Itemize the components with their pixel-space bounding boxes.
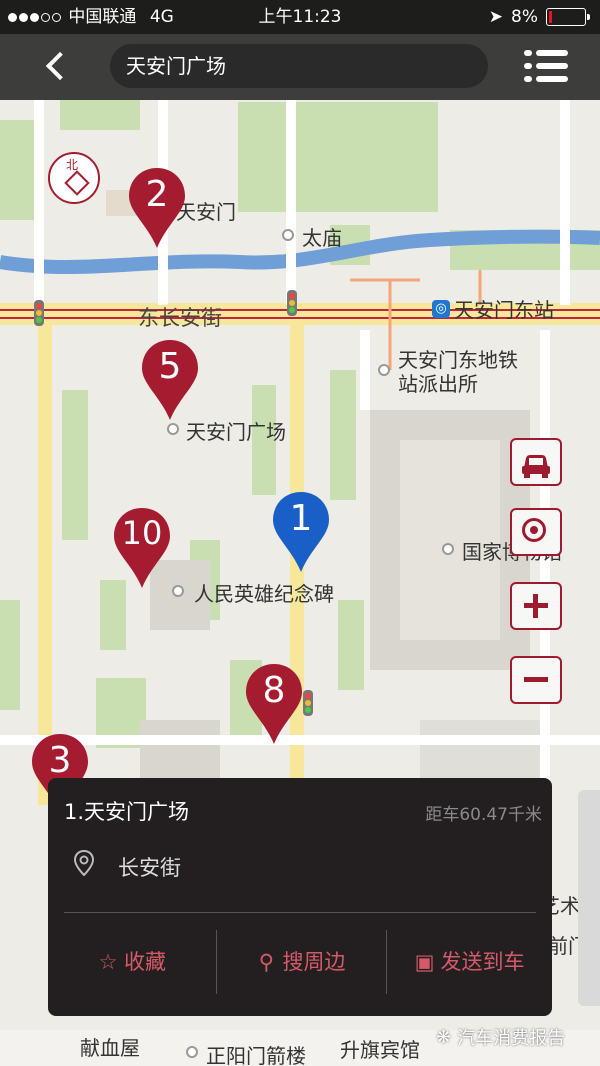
map-label-zhengyangmen: 正阳门箭楼 — [206, 1044, 306, 1066]
search-input[interactable]: 天安门广场 — [110, 44, 488, 88]
map-label-square: 天安门广场 — [186, 420, 286, 444]
pin-number: 1 — [289, 498, 313, 539]
minus-icon — [524, 677, 548, 682]
pin-number: 2 — [145, 174, 169, 215]
zoom-in-button[interactable] — [510, 582, 562, 630]
location-arrow-icon: ➤ — [488, 7, 504, 27]
nav-bar: 天安门广场 — [0, 34, 600, 100]
monument-poi-icon — [172, 585, 184, 597]
map-label-xianxue: 献血屋 — [80, 1036, 140, 1060]
subway-station-name: 天安门东站 — [454, 298, 554, 322]
subway-icon: ◎ — [432, 299, 450, 318]
compass-needle-icon — [64, 170, 90, 196]
panel-divider — [64, 912, 536, 913]
car-icon — [522, 455, 550, 478]
status-right: ➤ 8% — [488, 0, 590, 34]
place-info-panel[interactable]: 1.天安门广场 距车60.47千米 长安街 ☆ 收藏 ⚲ 搜周边 ▣ 发送到车 — [48, 778, 552, 1016]
map-pin-5[interactable]: 5 — [142, 340, 198, 420]
map-label-subway: ◎ 天安门东站 — [432, 294, 554, 323]
place-title: 1.天安门广场 — [64, 800, 190, 824]
map-label-shengqi: 升旗宾馆 — [340, 1038, 420, 1062]
poi-dot-icon — [378, 364, 390, 376]
pin-number: 8 — [262, 670, 286, 711]
back-button[interactable] — [36, 44, 80, 88]
battery-icon — [546, 8, 590, 26]
watermark: ❋ 汽车消费报告 — [436, 1024, 565, 1050]
poi-dot-icon — [167, 423, 179, 435]
watermark-text: 汽车消费报告 — [457, 1028, 566, 1049]
star-icon: ☆ — [98, 950, 118, 974]
locate-dot — [530, 526, 538, 534]
map-label-police: 天安门东地铁 站派出所 — [398, 348, 518, 396]
car-location-button[interactable] — [510, 438, 562, 486]
map-pin-10[interactable]: 10 — [114, 508, 170, 588]
nearby-label: 搜周边 — [282, 950, 346, 974]
list-view-button[interactable] — [522, 46, 568, 86]
distance-label: 距车60.47千米 — [425, 805, 542, 825]
pin-number: 5 — [158, 346, 182, 387]
museum-poi-icon — [282, 229, 294, 241]
my-location-button[interactable] — [510, 508, 562, 556]
wechat-icon: ❋ — [436, 1026, 452, 1048]
zoom-out-button[interactable] — [510, 656, 562, 704]
poi-dot-icon — [186, 1046, 198, 1058]
location-pin-icon — [74, 850, 94, 876]
favorite-label: 收藏 — [124, 950, 166, 974]
favorite-button[interactable]: ☆ 收藏 — [48, 930, 216, 994]
place-address: 长安街 — [118, 856, 181, 880]
nearby-pin-icon: ⚲ — [258, 950, 275, 974]
pin-number: 10 — [121, 514, 163, 552]
send-to-car-button[interactable]: ▣ 发送到车 — [387, 930, 552, 994]
send-label: 发送到车 — [440, 950, 525, 974]
map-pin-2[interactable]: 2 — [129, 168, 185, 248]
pin-number: 3 — [48, 740, 72, 781]
plus-icon-vertical — [533, 594, 538, 618]
poi-dot-icon — [442, 543, 454, 555]
status-bar: 中国联通 4G 上午11:23 ➤ 8% — [0, 0, 600, 34]
search-nearby-button[interactable]: ⚲ 搜周边 — [217, 930, 385, 994]
map-label-changan-street: 东长安街 — [138, 306, 222, 330]
compass-button[interactable]: 北 — [48, 152, 100, 204]
send-phone-icon: ▣ — [414, 950, 435, 974]
map-label-tiananmen: 天安门 — [176, 200, 236, 224]
police-line2: 站派出所 — [398, 372, 478, 396]
map-label-taimiao: 太庙 — [302, 226, 342, 250]
map-pin-1-selected[interactable]: 1 — [273, 492, 329, 572]
next-result-card[interactable] — [578, 790, 600, 1006]
police-line1: 天安门东地铁 — [398, 348, 518, 372]
map-label-monument: 人民英雄纪念碑 — [194, 582, 334, 606]
battery-percent: 8% — [511, 7, 538, 27]
map-pin-8[interactable]: 8 — [246, 664, 302, 744]
